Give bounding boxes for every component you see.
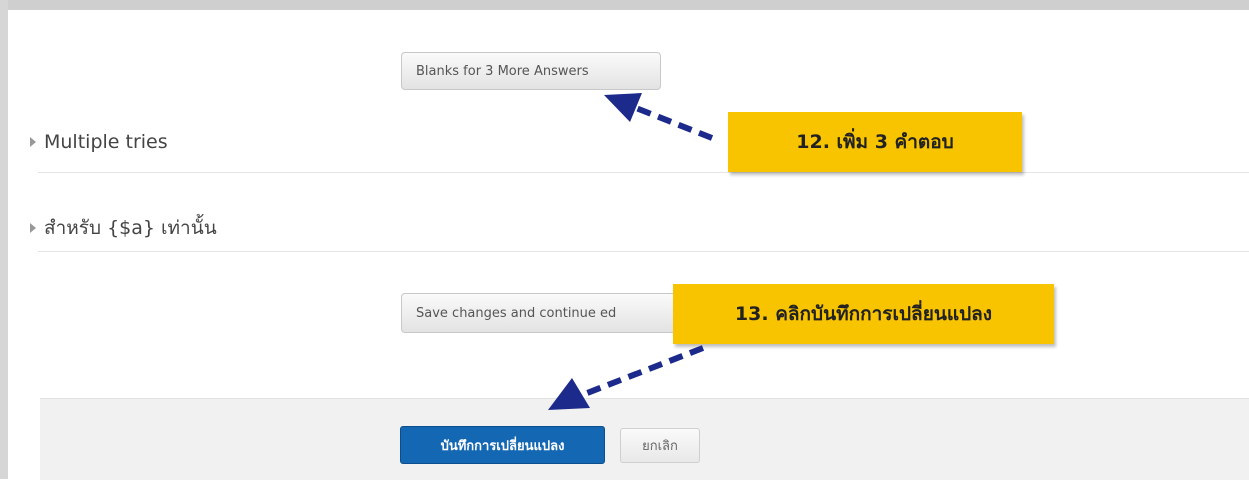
dashed-arrow-line — [580, 345, 705, 398]
arrowhead-icon — [604, 93, 642, 122]
arrow-to-save-button — [548, 345, 705, 410]
annotation-arrows — [548, 93, 714, 410]
dashed-arrow-line — [634, 105, 714, 141]
arrowhead-icon — [548, 378, 590, 410]
arrow-to-blanks-button — [604, 93, 714, 141]
